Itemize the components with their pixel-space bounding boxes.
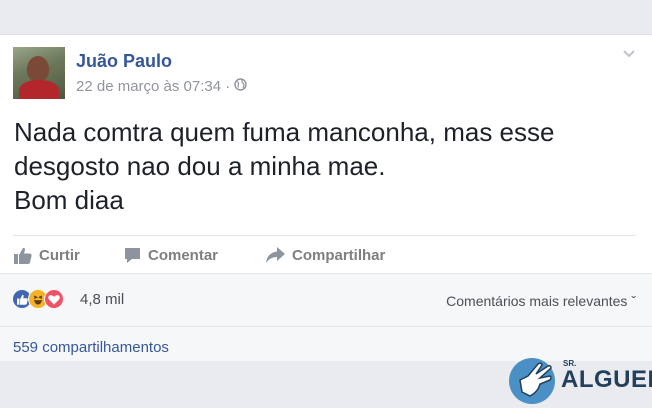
love-reaction-icon (44, 289, 64, 309)
post-text-line: Bom diaa (14, 185, 124, 215)
action-bar: Curtir Comentar Compartilhar (14, 244, 385, 266)
thumbs-up-icon (14, 247, 32, 264)
share-button[interactable]: Compartilhar (266, 247, 385, 264)
share-count-link[interactable]: 559 compartilhamentos (13, 339, 169, 356)
reactions-bar: 4,8 mil Comentários mais relevantes ˇ (0, 273, 652, 326)
hand-logo-icon (509, 358, 555, 404)
comment-label: Comentar (148, 246, 219, 264)
post-text: Nada comtra quem fuma manconha, mas esse… (14, 115, 644, 217)
reaction-count[interactable]: 4,8 mil (80, 291, 124, 308)
share-label: Compartilhar (292, 246, 386, 264)
chevron-down-icon[interactable] (622, 47, 636, 61)
divider (13, 235, 636, 236)
post-text-line: desgosto nao dou a minha mae. (14, 151, 386, 181)
globe-icon (234, 78, 247, 95)
avatar[interactable] (13, 47, 65, 99)
reaction-icons[interactable] (12, 289, 64, 309)
post-meta: 22 de março às 07:34 · (76, 78, 247, 95)
share-arrow-icon (266, 247, 285, 263)
like-button[interactable]: Curtir (14, 247, 124, 264)
like-label: Curtir (39, 246, 80, 264)
post-timestamp[interactable]: 22 de março às 07:34 · (76, 78, 230, 95)
comment-button[interactable]: Comentar (124, 247, 266, 264)
post-card: Juão Paulo 22 de março às 07:34 · Nada c… (0, 34, 652, 273)
post-text-line: Nada comtra quem fuma manconha, mas esse (14, 117, 555, 147)
watermark-name: ALGUEM (561, 366, 652, 393)
comment-sort-dropdown[interactable]: Comentários mais relevantes ˇ (446, 293, 636, 309)
comment-icon (125, 247, 140, 263)
author-name[interactable]: Juão Paulo (76, 51, 172, 72)
watermark: SR. ALGUEM (508, 352, 652, 406)
